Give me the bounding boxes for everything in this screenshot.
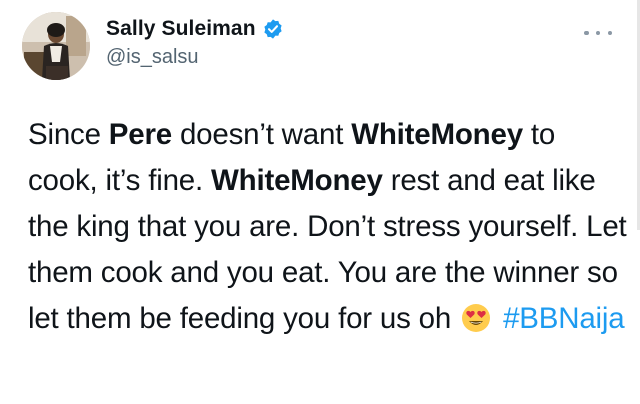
heart-eyes-emoji-icon xyxy=(461,301,491,332)
tweet-header: Sally Suleiman @is_salsu xyxy=(22,12,284,84)
dot xyxy=(584,30,589,36)
tweet-text: Since Pere doesn’t want WhiteMoney to co… xyxy=(28,112,628,342)
user-handle[interactable]: @is_salsu xyxy=(106,46,284,69)
mention-whitemoney: WhiteMoney xyxy=(210,164,383,197)
display-name[interactable]: Sally Suleiman xyxy=(106,17,256,41)
mention-whitemoney: WhiteMoney xyxy=(351,118,523,151)
dot xyxy=(607,30,612,36)
name-row: Sally Suleiman xyxy=(106,16,284,42)
text-segment: doesn’t want xyxy=(171,118,352,151)
mention-pere: Pere xyxy=(108,118,172,151)
user-names: Sally Suleiman @is_salsu xyxy=(106,16,284,69)
text-segment: Since xyxy=(28,118,109,151)
hashtag-link[interactable]: #BBNaija xyxy=(503,302,625,335)
verified-badge-icon xyxy=(262,18,284,40)
avatar-photo xyxy=(22,12,90,80)
more-options-icon[interactable] xyxy=(584,28,612,38)
dot xyxy=(595,30,601,36)
tweet-card: Sally Suleiman @is_salsu Since Pere does… xyxy=(0,0,640,404)
avatar[interactable] xyxy=(22,12,90,80)
